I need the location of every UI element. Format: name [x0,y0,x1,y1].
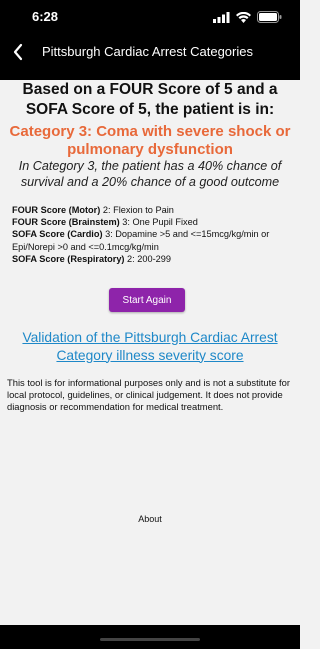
score-label: SOFA Score (Cardio) [12,229,103,240]
score-summary: FOUR Score (Motor) 2: Flexion to Pain FO… [12,204,292,265]
home-indicator[interactable] [100,638,200,641]
score-value: 3: One Pupil Fixed [119,217,198,228]
result-category: Category 3: Coma with severe shock or pu… [9,123,291,158]
about-link[interactable]: About [0,514,300,524]
score-row-four-brainstem: FOUR Score (Brainstem) 3: One Pupil Fixe… [12,216,292,228]
score-value: 2: 200-299 [124,253,171,264]
disclaimer-text: This tool is for informational purposes … [7,377,290,413]
score-row-sofa-respiratory: SOFA Score (Respiratory) 2: 200-299 [12,253,292,265]
outcome-chance: In Category 3, the patient has a 40% cha… [18,159,282,189]
navigation-bar: Pittsburgh Cardiac Arrest Categories [0,34,300,72]
score-label: FOUR Score (Motor) [12,205,101,215]
chevron-left-icon [13,43,23,61]
wifi-icon [236,11,251,23]
signal-icon [213,11,230,23]
page-title: Pittsburgh Cardiac Arrest Categories [42,44,253,59]
score-row-sofa-cardio: SOFA Score (Cardio) 3: Dopamine >5 and <… [12,228,292,252]
start-again-button[interactable]: Start Again [109,288,185,312]
top-bar: 6:28 Pittsburgh Cardiac Arrest Categorie… [0,0,300,80]
score-row-four-motor: FOUR Score (Motor) 2: Flexion to Pain [12,204,292,216]
status-time: 6:28 [32,9,59,24]
back-button[interactable] [8,40,28,64]
status-bar: 6:28 [0,0,300,34]
score-value: 2: Flexion to Pain [100,205,174,215]
bottom-bar [0,625,300,649]
status-icons [213,10,282,24]
validation-link[interactable]: Validation of the Pittsburgh Cardiac Arr… [6,329,294,364]
score-label: FOUR Score (Brainstem) [12,217,120,228]
result-headline: Based on a FOUR Score of 5 and a SOFA Sc… [22,81,278,118]
battery-icon [257,11,282,23]
score-label: SOFA Score (Respiratory) [12,253,125,264]
